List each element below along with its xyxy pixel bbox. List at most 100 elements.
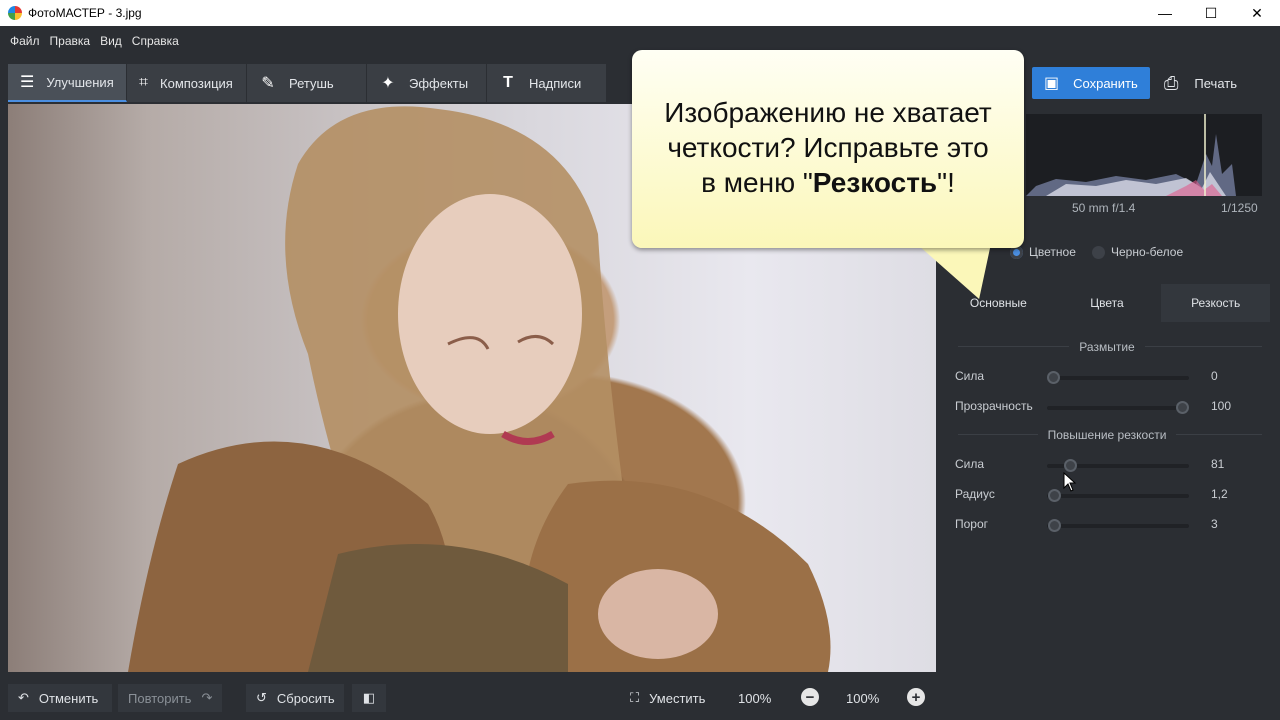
callout-line-3: в меню "Резкость"!: [632, 165, 1024, 200]
tab-sharpness[interactable]: Резкость: [1161, 284, 1271, 322]
tab-colors[interactable]: Цвета: [1052, 284, 1162, 322]
tab-effects[interactable]: ✦ Эффекты: [367, 64, 487, 102]
slider-handle[interactable]: [1047, 371, 1060, 384]
callout-keyword: Резкость: [812, 167, 938, 198]
minimize-button[interactable]: —: [1142, 0, 1188, 26]
redo-label: Повторить: [128, 690, 192, 706]
minus-icon: −: [805, 688, 815, 706]
callout-line-1: Изображению не хватает: [664, 97, 992, 128]
sharpen-threshold-slider[interactable]: Порог 3: [955, 515, 1265, 535]
plus-icon: +: [911, 688, 921, 706]
blur-strength-slider[interactable]: Сила 0: [955, 367, 1265, 387]
zoom-value: 100%: [846, 690, 880, 706]
slider-label: Сила: [955, 457, 985, 471]
focal-length-info: 50 mm f/1.4: [1072, 201, 1136, 215]
blur-opacity-slider[interactable]: Прозрачность 100: [955, 397, 1265, 417]
print-label: Печать: [1194, 75, 1237, 91]
tab-label: Улучшения: [46, 74, 114, 90]
window-title: ФотоМАСТЕР - 3.jpg: [28, 6, 142, 20]
fit-label: Уместить: [649, 690, 706, 706]
callout-prefix: в меню ": [701, 167, 813, 198]
slider-handle[interactable]: [1176, 401, 1189, 414]
undo-label: Отменить: [38, 690, 99, 706]
tab-label: Композиция: [160, 75, 233, 91]
reset-button[interactable]: ↺ Сбросить: [246, 684, 344, 712]
floppy-disk-icon: ▣: [1044, 75, 1060, 92]
sharpen-section-title: Повышение резкости: [944, 428, 1270, 442]
fit-screen-icon: ⛶: [630, 690, 640, 705]
save-label: Сохранить: [1073, 75, 1138, 91]
slider-label: Радиус: [955, 487, 995, 501]
slider-handle[interactable]: [1048, 489, 1062, 502]
app-logo-icon: [8, 6, 22, 20]
tab-retouch[interactable]: ✎ Ретушь: [247, 64, 367, 102]
slider-track[interactable]: [1047, 494, 1189, 498]
magic-wand-icon: ✦: [381, 75, 395, 92]
close-button[interactable]: ✕: [1234, 0, 1280, 26]
fit-button[interactable]: ⛶ Уместить: [620, 684, 716, 712]
compare-button[interactable]: ◧: [352, 684, 386, 712]
main-toolbar: ☰ Улучшения ⌗ Композиция ✎ Ретушь ✦ Эффе…: [8, 64, 607, 102]
slider-value: 81: [1211, 457, 1225, 471]
tab-label: Надписи: [529, 75, 582, 91]
redo-button[interactable]: Повторить ↷: [118, 684, 222, 712]
blur-section-title: Размытие: [944, 340, 1270, 354]
reset-icon: ↺: [256, 690, 267, 705]
text-icon: T: [503, 74, 513, 91]
zoom-out-button[interactable]: −: [801, 688, 819, 706]
crop-icon: ⌗: [139, 74, 149, 91]
slider-track[interactable]: [1047, 376, 1189, 380]
sharpen-radius-slider[interactable]: Радиус 1,2: [955, 485, 1265, 505]
bottom-bar: ↶ Отменить Повторить ↷ ↺ Сбросить ◧ ⛶ Ум…: [0, 676, 944, 720]
reset-label: Сбросить: [276, 690, 335, 706]
color-mode-option[interactable]: Цветное: [1010, 245, 1076, 259]
brush-icon: ✎: [261, 75, 275, 92]
tab-enhancements[interactable]: ☰ Улучшения: [8, 64, 127, 102]
redo-icon: ↷: [201, 690, 213, 705]
slider-value: 1,2: [1211, 487, 1228, 501]
slider-value: 3: [1211, 517, 1218, 531]
color-mode-label: Цветное: [1029, 245, 1076, 259]
radio-bw[interactable]: [1092, 245, 1105, 259]
callout-line-2: четкости? Исправьте это: [667, 132, 989, 163]
bw-mode-label: Черно-белое: [1111, 245, 1184, 259]
compare-icon: ◧: [362, 690, 376, 705]
fit-zoom-value: 100%: [738, 690, 772, 706]
tab-label: Ретушь: [289, 75, 334, 91]
mouse-cursor-icon: [1063, 472, 1077, 492]
sliders-icon: ☰: [20, 74, 35, 91]
tab-text[interactable]: T Надписи: [487, 64, 607, 102]
maximize-button[interactable]: ☐: [1188, 0, 1234, 26]
slider-handle[interactable]: [1048, 519, 1062, 532]
slider-track[interactable]: [1047, 524, 1189, 528]
menu-file[interactable]: Файл: [10, 34, 40, 48]
slider-handle[interactable]: [1063, 459, 1077, 472]
menu-edit[interactable]: Правка: [50, 34, 91, 48]
slider-value: 100: [1211, 399, 1232, 413]
blur-title-text: Размытие: [1069, 340, 1145, 354]
slider-label: Прозрачность: [955, 399, 1033, 413]
title-bar: ФотоМАСТЕР - 3.jpg — ☐ ✕: [0, 0, 1280, 26]
slider-label: Порог: [955, 517, 989, 531]
callout-suffix: "!: [937, 167, 955, 198]
tab-composition[interactable]: ⌗ Композиция: [127, 64, 247, 102]
print-button[interactable]: ⎙ Печать: [1160, 67, 1270, 99]
histogram: [1026, 114, 1262, 196]
slider-value: 0: [1211, 369, 1218, 383]
menu-view[interactable]: Вид: [100, 34, 122, 48]
sharpen-title-text: Повышение резкости: [1037, 428, 1177, 442]
bw-mode-option[interactable]: Черно-белое: [1092, 245, 1183, 259]
undo-button[interactable]: ↶ Отменить: [8, 684, 112, 712]
shutter-speed-info: 1/1250: [1221, 201, 1258, 215]
zoom-in-button[interactable]: +: [907, 688, 925, 706]
undo-icon: ↶: [18, 690, 29, 705]
callout-text: Изображению не хватает четкости? Исправь…: [632, 95, 1024, 200]
tip-callout: Изображению не хватает четкости? Исправь…: [632, 50, 1024, 248]
slider-label: Сила: [955, 369, 985, 383]
slider-track[interactable]: [1047, 406, 1189, 410]
tab-label: Эффекты: [409, 75, 469, 91]
printer-icon: ⎙: [1164, 72, 1179, 93]
save-button[interactable]: ▣ Сохранить: [1032, 67, 1150, 99]
menu-help[interactable]: Справка: [132, 34, 179, 48]
sharpen-strength-slider[interactable]: Сила 81: [955, 455, 1265, 475]
